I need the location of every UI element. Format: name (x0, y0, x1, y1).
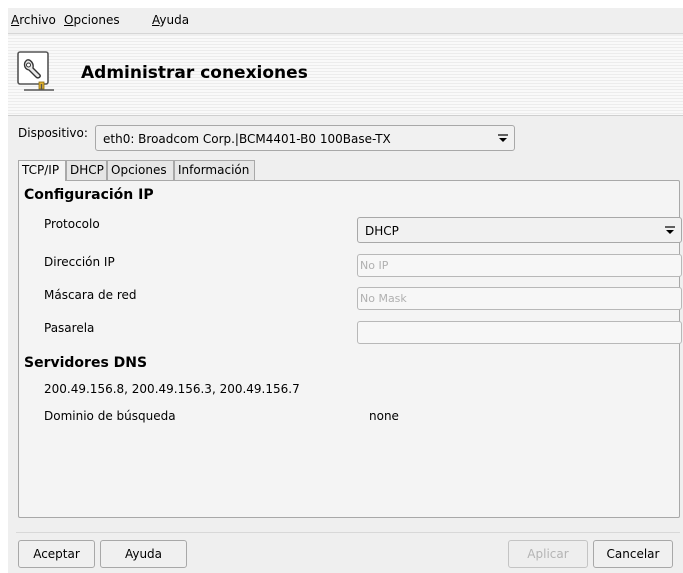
protocol-select[interactable]: DHCP (357, 217, 682, 243)
dropdown-arrow-icon (665, 226, 675, 234)
search-domain-label: Dominio de búsqueda (44, 409, 176, 423)
tab-informacion[interactable]: Información (174, 160, 255, 180)
device-select-value: eth0: Broadcom Corp.|BCM4401-B0 100Base-… (103, 132, 391, 146)
accept-button[interactable]: Aceptar (18, 540, 95, 568)
menu-archivo-mnemonic: A (11, 13, 20, 27)
header-banner: Administrar conexiones (8, 36, 683, 116)
menu-archivo[interactable]: Archivo (11, 13, 56, 27)
page-title: Administrar conexiones (81, 63, 308, 83)
tab-opciones[interactable]: Opciones (107, 160, 174, 180)
tab-tcpip[interactable]: TCP/IP (18, 160, 66, 181)
menubar: Archivo Opciones Ayuda (8, 8, 683, 34)
tcpip-panel: Configuración IP Protocolo DHCP Direcció… (18, 180, 682, 518)
gateway-input[interactable] (358, 322, 681, 343)
help-button[interactable]: Ayuda (100, 540, 187, 568)
gateway-field[interactable] (357, 321, 682, 344)
protocol-label: Protocolo (44, 217, 100, 231)
main-window: Archivo Opciones Ayuda Administrar conex… (8, 8, 683, 573)
menu-ayuda-label: yuda (159, 13, 190, 27)
dns-heading: Servidores DNS (24, 355, 148, 371)
apply-button[interactable]: Aplicar (508, 540, 588, 568)
ip-config-heading: Configuración IP (24, 187, 154, 203)
ip-address-label: Dirección IP (44, 255, 115, 269)
ip-address-field[interactable] (357, 254, 682, 277)
cancel-button[interactable]: Cancelar (593, 540, 673, 568)
menu-archivo-label: rchivo (19, 13, 56, 27)
netmask-label: Máscara de red (44, 288, 137, 302)
tab-dhcp[interactable]: DHCP (66, 160, 107, 180)
ip-address-input[interactable] (358, 255, 681, 276)
dns-servers-list: 200.49.156.8, 200.49.156.3, 200.49.156.7 (44, 382, 300, 396)
dropdown-arrow-icon (498, 134, 508, 142)
netmask-input[interactable] (358, 288, 681, 309)
network-connection-wrench-icon (17, 51, 54, 91)
search-domain-value: none (369, 409, 399, 423)
netmask-field[interactable] (357, 287, 682, 310)
device-select[interactable]: eth0: Broadcom Corp.|BCM4401-B0 100Base-… (95, 125, 515, 151)
protocol-select-value: DHCP (365, 224, 399, 238)
device-label: Dispositivo: (18, 126, 88, 140)
divider (16, 532, 680, 533)
menu-opciones-label: pciones (73, 13, 120, 27)
menu-ayuda[interactable]: Ayuda (152, 13, 189, 27)
menu-opciones[interactable]: Opciones (64, 13, 120, 27)
gateway-label: Pasarela (44, 321, 95, 335)
